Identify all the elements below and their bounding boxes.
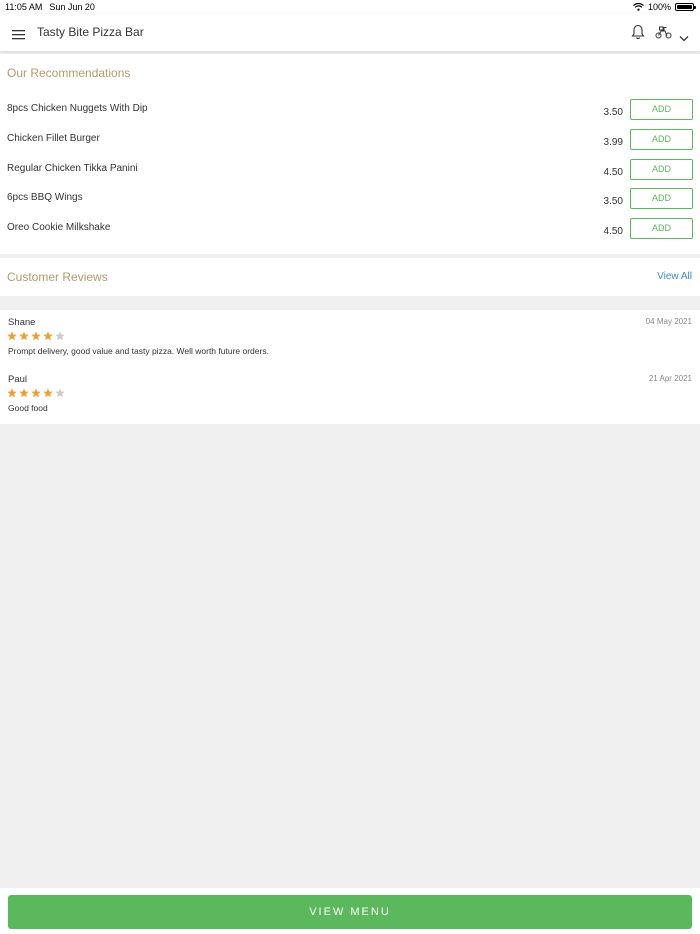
status-time: 11:05 AM: [5, 2, 43, 12]
app-header: Tasty Bite Pizza Bar: [0, 14, 700, 51]
recommendations-section: Our Recommendations 8pcs Chicken Nuggets…: [0, 54, 700, 254]
add-button[interactable]: ADD: [630, 99, 693, 120]
reviewer-name: Paul: [8, 374, 28, 385]
review-item: Paul 21 Apr 2021 Good food: [0, 367, 700, 417]
reviewer-name: Shane: [8, 317, 36, 328]
wifi-icon: [633, 3, 644, 11]
recommendation-row: Chicken Fillet Burger 3.99 ADD: [0, 129, 700, 163]
star-filled-icon: [31, 388, 41, 398]
status-right: 100%: [633, 2, 696, 12]
item-name: Regular Chicken Tikka Panini: [7, 163, 138, 174]
status-date: Sun Jun 20: [49, 2, 95, 12]
item-name: Chicken Fillet Burger: [7, 133, 100, 144]
item-name: 6pcs BBQ Wings: [7, 192, 83, 203]
item-price: 4.50: [603, 226, 623, 237]
add-button[interactable]: ADD: [630, 218, 693, 239]
menu-icon[interactable]: [12, 27, 25, 40]
chevron-down-icon[interactable]: [679, 29, 689, 47]
status-bar: 11:05 AM Sun Jun 20 100%: [0, 0, 700, 14]
star-filled-icon: [7, 331, 17, 341]
bottom-bar: VIEW MENU: [0, 888, 700, 934]
add-button[interactable]: ADD: [630, 159, 693, 180]
star-rating: [7, 331, 65, 341]
item-name: Oreo Cookie Milkshake: [7, 222, 111, 233]
view-all-link[interactable]: View All: [657, 271, 692, 282]
star-filled-icon: [43, 331, 53, 341]
review-text: Good food: [8, 403, 48, 413]
item-price: 4.50: [603, 167, 623, 178]
star-empty-icon: [55, 331, 65, 341]
star-empty-icon: [55, 388, 65, 398]
status-left: 11:05 AM Sun Jun 20: [5, 2, 95, 12]
item-name: 8pcs Chicken Nuggets With Dip: [7, 103, 148, 114]
star-filled-icon: [43, 388, 53, 398]
reviews-list: Shane 04 May 2021 Prompt delivery, good …: [0, 310, 700, 424]
star-filled-icon: [19, 331, 29, 341]
review-text: Prompt delivery, good value and tasty pi…: [8, 346, 269, 356]
star-filled-icon: [31, 331, 41, 341]
reviews-title: Customer Reviews: [7, 270, 108, 284]
recommendation-row: 8pcs Chicken Nuggets With Dip 3.50 ADD: [0, 99, 700, 133]
star-rating: [7, 388, 65, 398]
delivery-scooter-icon[interactable]: [655, 26, 672, 44]
item-price: 3.50: [603, 196, 623, 207]
recommendation-row: Regular Chicken Tikka Panini 4.50 ADD: [0, 159, 700, 193]
restaurant-title: Tasty Bite Pizza Bar: [37, 25, 144, 39]
recommendation-row: Oreo Cookie Milkshake 4.50 ADD: [0, 218, 700, 252]
review-date: 21 Apr 2021: [648, 374, 692, 383]
bell-icon[interactable]: [631, 24, 645, 45]
review-date: 04 May 2021: [645, 317, 692, 326]
recommendations-title: Our Recommendations: [7, 66, 131, 80]
battery-percent: 100%: [647, 2, 671, 12]
star-filled-icon: [7, 388, 17, 398]
item-price: 3.50: [603, 107, 623, 118]
battery-icon: [675, 3, 696, 11]
recommendation-row: 6pcs BBQ Wings 3.50 ADD: [0, 188, 700, 222]
review-item: Shane 04 May 2021 Prompt delivery, good …: [0, 310, 700, 360]
add-button[interactable]: ADD: [630, 188, 693, 209]
add-button[interactable]: ADD: [630, 129, 693, 150]
star-filled-icon: [19, 388, 29, 398]
item-price: 3.99: [603, 137, 623, 148]
view-menu-button[interactable]: VIEW MENU: [8, 895, 692, 929]
reviews-header: Customer Reviews View All: [0, 258, 700, 296]
